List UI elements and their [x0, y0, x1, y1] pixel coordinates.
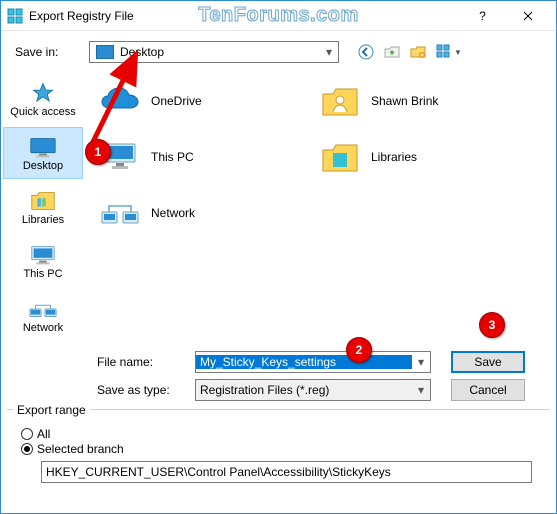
onedrive-icon — [99, 82, 141, 120]
sidebar-item-label: Libraries — [22, 215, 64, 226]
export-range-title: Export range — [13, 403, 90, 417]
computer-icon — [99, 138, 141, 176]
titlebar: Export Registry File TenForums.com ? — [1, 1, 556, 31]
network-icon — [99, 194, 141, 232]
view-menu-icon — [436, 44, 452, 60]
sidebar-item-label: Network — [23, 323, 63, 334]
sidebar-item-network[interactable]: Network — [3, 289, 83, 341]
chevron-down-icon: ▼ — [454, 48, 462, 57]
radio-all-label: All — [37, 427, 50, 441]
sidebar-item-quick-access[interactable]: Quick access — [3, 73, 83, 125]
cancel-button[interactable]: Cancel — [451, 379, 525, 401]
sidebar-item-libraries[interactable]: Libraries — [3, 181, 83, 233]
radio-selected-row[interactable]: Selected branch — [21, 442, 536, 456]
save-button-label: Save — [474, 355, 501, 369]
regedit-icon — [7, 8, 23, 24]
save-as-type-label: Save as type: — [97, 383, 185, 397]
close-icon — [523, 11, 533, 21]
list-item-label: OneDrive — [151, 94, 202, 108]
chevron-down-icon: ▾ — [320, 45, 338, 59]
list-item-label: Network — [151, 206, 195, 220]
new-folder-button[interactable] — [407, 41, 429, 63]
export-range-group: Export range All Selected branch — [7, 409, 550, 491]
save-as-type-combo[interactable]: Registration Files (*.reg) ▾ — [195, 379, 431, 401]
help-icon: ? — [479, 9, 486, 23]
list-item-label: Libraries — [371, 150, 417, 164]
close-button[interactable] — [505, 1, 550, 31]
nav-toolbar: ▼ — [355, 41, 465, 63]
filename-label: File name: — [97, 355, 185, 369]
star-icon — [28, 81, 58, 105]
list-item-label: This PC — [151, 150, 194, 164]
up-one-level-button[interactable] — [381, 41, 403, 63]
dialog-title: Export Registry File — [29, 9, 134, 23]
network-icon — [28, 297, 58, 321]
list-item-network[interactable]: Network — [95, 187, 285, 239]
main-area: Quick access Desktop Libraries This PC — [1, 69, 556, 347]
new-folder-icon — [410, 44, 426, 60]
help-button[interactable]: ? — [460, 1, 505, 31]
sidebar-item-label: Quick access — [10, 107, 75, 118]
save-button[interactable]: Save — [451, 351, 525, 373]
selected-branch-input[interactable] — [41, 461, 532, 483]
list-item-this-pc[interactable]: This PC — [95, 131, 285, 183]
sidebar-item-label: Desktop — [23, 161, 63, 172]
chevron-down-icon: ▾ — [412, 355, 430, 369]
libraries-icon — [28, 189, 58, 213]
desktop-icon — [28, 135, 58, 159]
radio-all-row[interactable]: All — [21, 427, 536, 441]
libraries-icon — [319, 138, 361, 176]
sidebar-item-label: This PC — [23, 269, 62, 280]
export-registry-dialog: Export Registry File TenForums.com ? Sav… — [0, 0, 557, 514]
save-as-type-value: Registration Files (*.reg) — [196, 383, 412, 397]
save-in-label: Save in: — [15, 45, 83, 59]
folder-up-icon — [384, 44, 400, 60]
computer-icon — [28, 243, 58, 267]
list-item-libraries[interactable]: Libraries — [315, 131, 505, 183]
user-folder-icon — [319, 82, 361, 120]
list-item-onedrive[interactable]: OneDrive — [95, 75, 285, 127]
radio-selected-branch[interactable] — [21, 443, 33, 455]
back-button[interactable] — [355, 41, 377, 63]
back-icon — [358, 44, 374, 60]
file-list-pane[interactable]: OneDrive Shawn Brink This PC Libraries — [85, 69, 556, 347]
chevron-down-icon: ▾ — [412, 383, 430, 397]
cancel-button-label: Cancel — [469, 383, 506, 397]
radio-all[interactable] — [21, 428, 33, 440]
watermark-text: TenForums.com — [198, 4, 359, 27]
save-in-value: Desktop — [120, 45, 320, 59]
list-item-user-folder[interactable]: Shawn Brink — [315, 75, 505, 127]
list-item-label: Shawn Brink — [371, 94, 438, 108]
save-in-row: Save in: Desktop ▾ ▼ — [1, 31, 556, 69]
desktop-icon — [96, 45, 114, 59]
sidebar-item-this-pc[interactable]: This PC — [3, 235, 83, 287]
places-bar: Quick access Desktop Libraries This PC — [1, 69, 85, 347]
view-menu-button[interactable]: ▼ — [433, 42, 465, 62]
save-in-combo[interactable]: Desktop ▾ — [89, 41, 339, 63]
fields-area: File name: My_Sticky_Keys_settings ▾ Sav… — [1, 347, 556, 409]
radio-selected-label: Selected branch — [37, 442, 124, 456]
filename-value: My_Sticky_Keys_settings — [196, 355, 412, 369]
filename-combo[interactable]: My_Sticky_Keys_settings ▾ — [195, 351, 431, 373]
sidebar-item-desktop[interactable]: Desktop — [3, 127, 83, 179]
